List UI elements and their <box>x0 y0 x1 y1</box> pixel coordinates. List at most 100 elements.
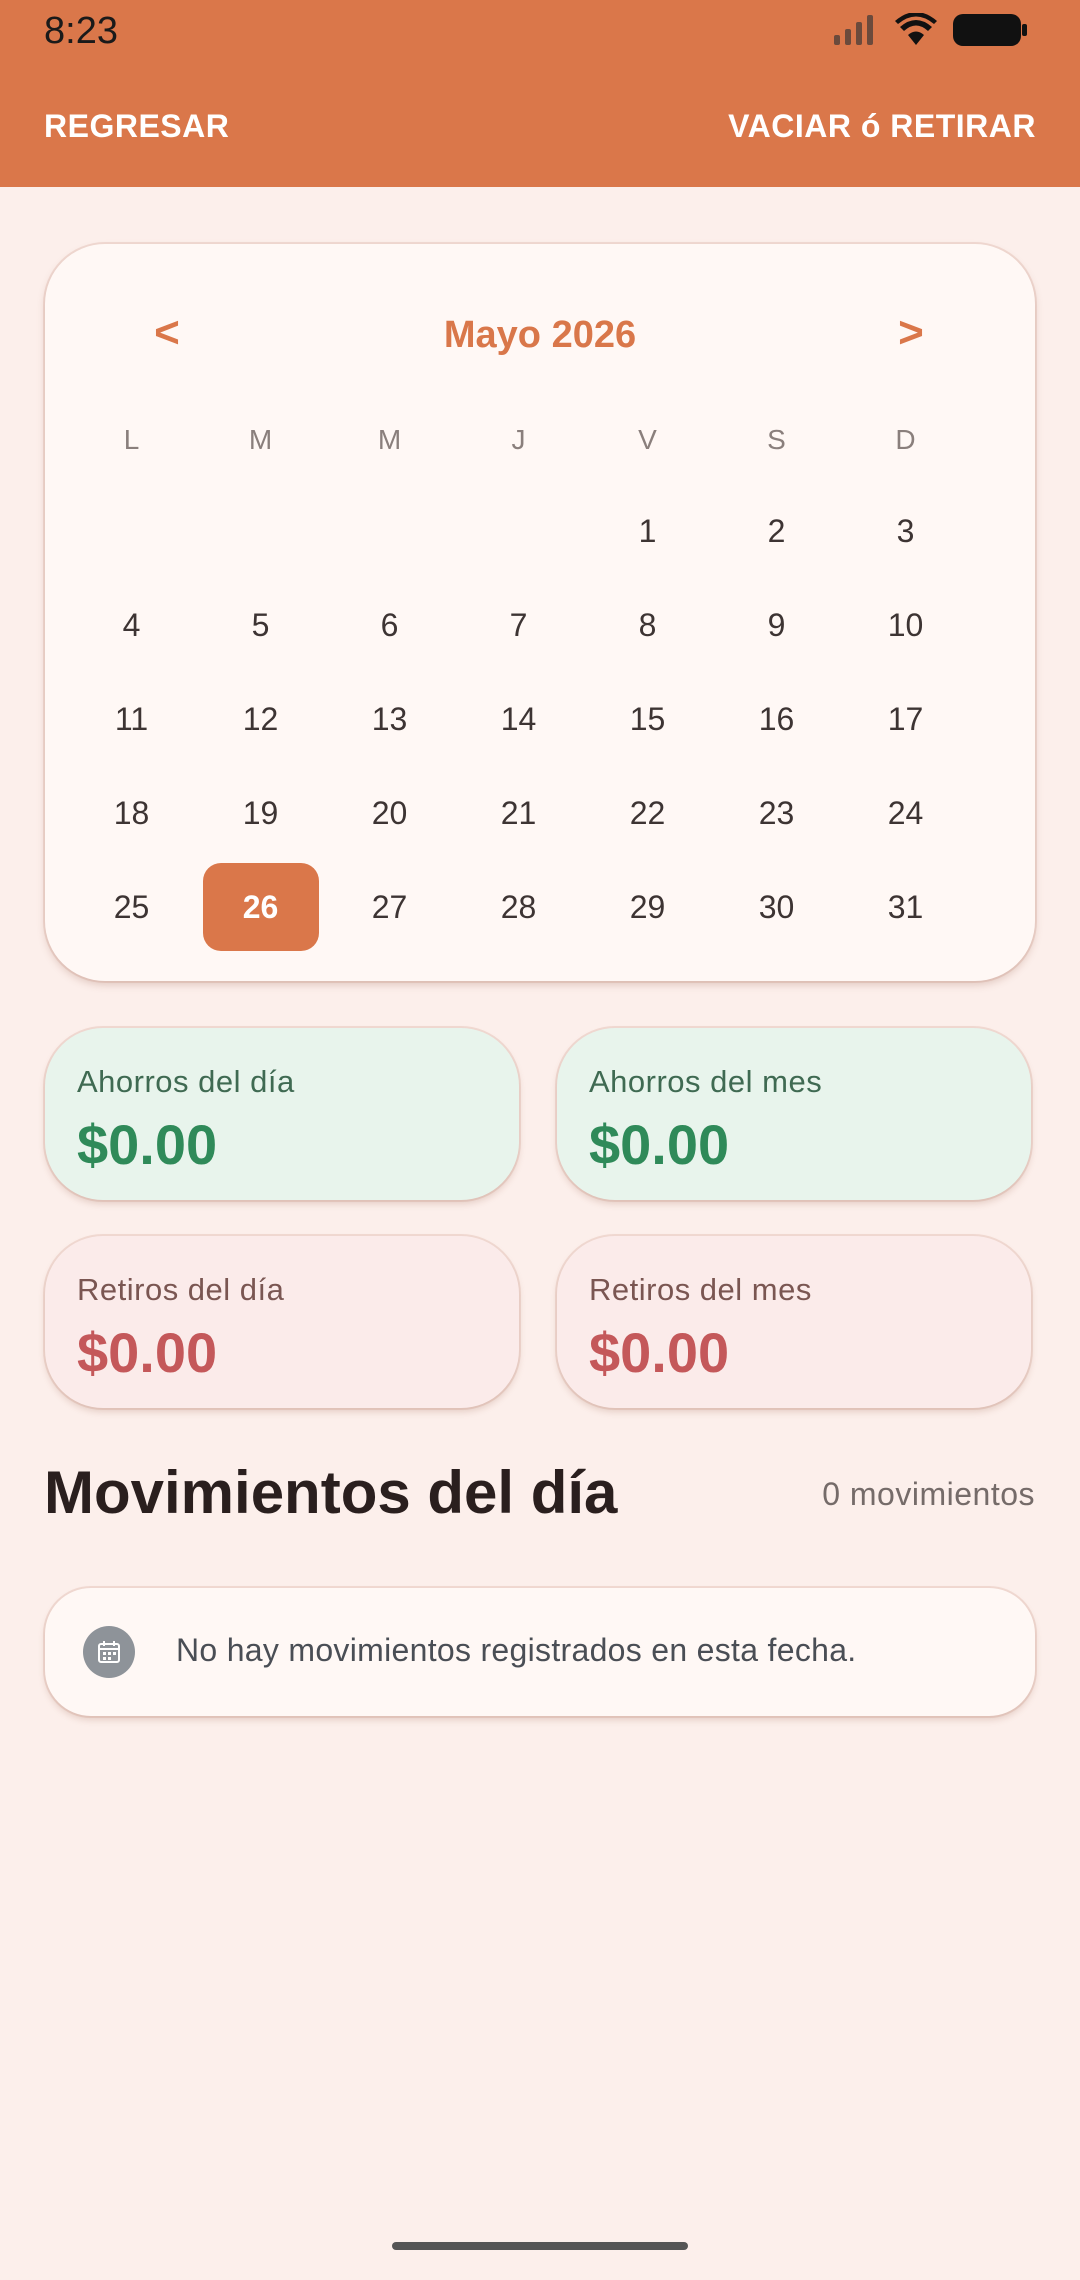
calendar-day-number: 10 <box>887 606 924 643</box>
calendar-day-number: 9 <box>767 606 786 643</box>
calendar-empty-cell <box>196 484 325 578</box>
calendar-empty-cell <box>67 484 196 578</box>
weekday-row: L M M J V S D <box>67 424 1013 456</box>
withdrawals-day-value: $0.00 <box>77 1321 218 1384</box>
calendar-day[interactable]: 20 <box>325 766 454 860</box>
calendar-day[interactable]: 5 <box>196 578 325 672</box>
withdrawals-day-card: Retiros del día $0.00 <box>45 1236 519 1408</box>
calendar-day-number: 1 <box>638 512 657 549</box>
calendar-day[interactable]: 16 <box>712 672 841 766</box>
calendar-day-number: 24 <box>887 794 924 831</box>
calendar-day[interactable]: 13 <box>325 672 454 766</box>
calendar-day-number: 15 <box>629 700 666 737</box>
back-button[interactable]: REGRESAR <box>44 108 229 145</box>
calendar-day-selected[interactable]: 26 <box>196 860 325 954</box>
savings-day-label: Ahorros del día <box>77 1064 295 1099</box>
empty-movements-message: No hay movimientos registrados en esta f… <box>176 1632 857 1668</box>
calendar-day-number: 22 <box>629 794 666 831</box>
battery-icon <box>953 14 1027 46</box>
weekday-label: V <box>638 424 657 455</box>
calendar-day[interactable]: 7 <box>454 578 583 672</box>
empty-movements-card: No hay movimientos registrados en esta f… <box>45 1588 1035 1716</box>
savings-month-label: Ahorros del mes <box>589 1064 823 1099</box>
calendar-day-number: 25 <box>113 888 150 925</box>
withdrawals-month-label: Retiros del mes <box>589 1272 812 1307</box>
calendar-day[interactable]: 25 <box>67 860 196 954</box>
savings-day-card: Ahorros del día $0.00 <box>45 1028 519 1200</box>
calendar-day[interactable]: 4 <box>67 578 196 672</box>
calendar-day[interactable]: 30 <box>712 860 841 954</box>
calendar-empty-cell <box>454 484 583 578</box>
calendar-day-number: 31 <box>887 888 924 925</box>
calendar-day[interactable]: 10 <box>841 578 970 672</box>
calendar-card: < Mayo 2026 > L M M J V S D 1 2 3 4 5 6 7 8 9 10 1… <box>45 244 1035 981</box>
savings-month-card: Ahorros del mes $0.00 <box>557 1028 1031 1200</box>
withdrawals-day-label: Retiros del día <box>77 1272 285 1307</box>
calendar-day[interactable]: 31 <box>841 860 970 954</box>
calendar-day[interactable]: 1 <box>583 484 712 578</box>
calendar-day[interactable]: 15 <box>583 672 712 766</box>
calendar-day-number: 14 <box>500 700 537 737</box>
calendar-day-number: 13 <box>371 700 408 737</box>
calendar-day-number: 6 <box>380 606 399 643</box>
calendar-day-number: 11 <box>114 700 149 737</box>
calendar-day-number: 23 <box>758 794 795 831</box>
calendar-day[interactable]: 27 <box>325 860 454 954</box>
calendar-day-number: 29 <box>629 888 666 925</box>
wifi-icon <box>895 13 937 45</box>
calendar-day[interactable]: 11 <box>67 672 196 766</box>
weekday-label: L <box>123 424 140 455</box>
calendar-day[interactable]: 14 <box>454 672 583 766</box>
home-indicator[interactable] <box>392 2242 688 2250</box>
calendar-day[interactable]: 12 <box>196 672 325 766</box>
app-bar: REGRESAR VACIAR ó RETIRAR <box>0 66 1080 187</box>
calendar-day[interactable]: 19 <box>196 766 325 860</box>
calendar-day-number: 7 <box>509 606 528 643</box>
withdrawals-month-card: Retiros del mes $0.00 <box>557 1236 1031 1408</box>
weekday-label: M <box>248 424 273 455</box>
next-month-button[interactable]: > <box>881 308 941 358</box>
calendar-day[interactable]: 29 <box>583 860 712 954</box>
calendar-day-number: 20 <box>371 794 408 831</box>
movements-title: Movimientos del día <box>44 1459 618 1526</box>
calendar-day-number: 28 <box>500 888 537 925</box>
empty-or-withdraw-button[interactable]: VACIAR ó RETIRAR <box>728 108 1036 145</box>
signal-icon <box>834 15 873 45</box>
calendar-day[interactable]: 28 <box>454 860 583 954</box>
status-time: 8:23 <box>44 10 118 52</box>
calendar-day[interactable]: 8 <box>583 578 712 672</box>
calendar-day[interactable]: 22 <box>583 766 712 860</box>
calendar-day-number: 16 <box>758 700 795 737</box>
calendar-day[interactable]: 17 <box>841 672 970 766</box>
calendar-day[interactable]: 24 <box>841 766 970 860</box>
withdrawals-month-value: $0.00 <box>589 1321 730 1384</box>
calendar-day-number: 21 <box>500 794 537 831</box>
calendar-day-number: 26 <box>202 863 319 951</box>
savings-month-value: $0.00 <box>589 1113 730 1176</box>
weekday-label: M <box>377 424 402 455</box>
calendar-header: < Mayo 2026 > <box>45 308 1035 378</box>
status-bar: 8:23 <box>0 0 1080 66</box>
calendar-day[interactable]: 9 <box>712 578 841 672</box>
weekday-label: J <box>511 424 526 455</box>
calendar-day[interactable]: 2 <box>712 484 841 578</box>
calendar-day[interactable]: 6 <box>325 578 454 672</box>
weekday-label: D <box>895 424 916 455</box>
status-icons <box>832 12 1028 48</box>
calendar-empty-cell <box>325 484 454 578</box>
calendar-day[interactable]: 23 <box>712 766 841 860</box>
calendar-days-grid: 1 2 3 4 5 6 7 8 9 10 11 12 13 14 15 16 17 18 19 20 21 22 23 24 2… <box>67 484 1013 954</box>
calendar-day[interactable]: 21 <box>454 766 583 860</box>
calendar-day-number: 19 <box>242 794 279 831</box>
calendar-day-number: 12 <box>242 700 279 737</box>
weekday-label: S <box>767 424 786 455</box>
calendar-day-number: 18 <box>113 794 150 831</box>
calendar-day[interactable]: 3 <box>841 484 970 578</box>
calendar-day-number: 30 <box>758 888 795 925</box>
calendar-icon <box>83 1626 135 1678</box>
calendar-day-number: 3 <box>896 512 915 549</box>
calendar-day-number: 8 <box>638 606 657 643</box>
calendar-day[interactable]: 18 <box>67 766 196 860</box>
movements-count: 0 movimientos <box>822 1476 1035 1512</box>
savings-day-value: $0.00 <box>77 1113 218 1176</box>
